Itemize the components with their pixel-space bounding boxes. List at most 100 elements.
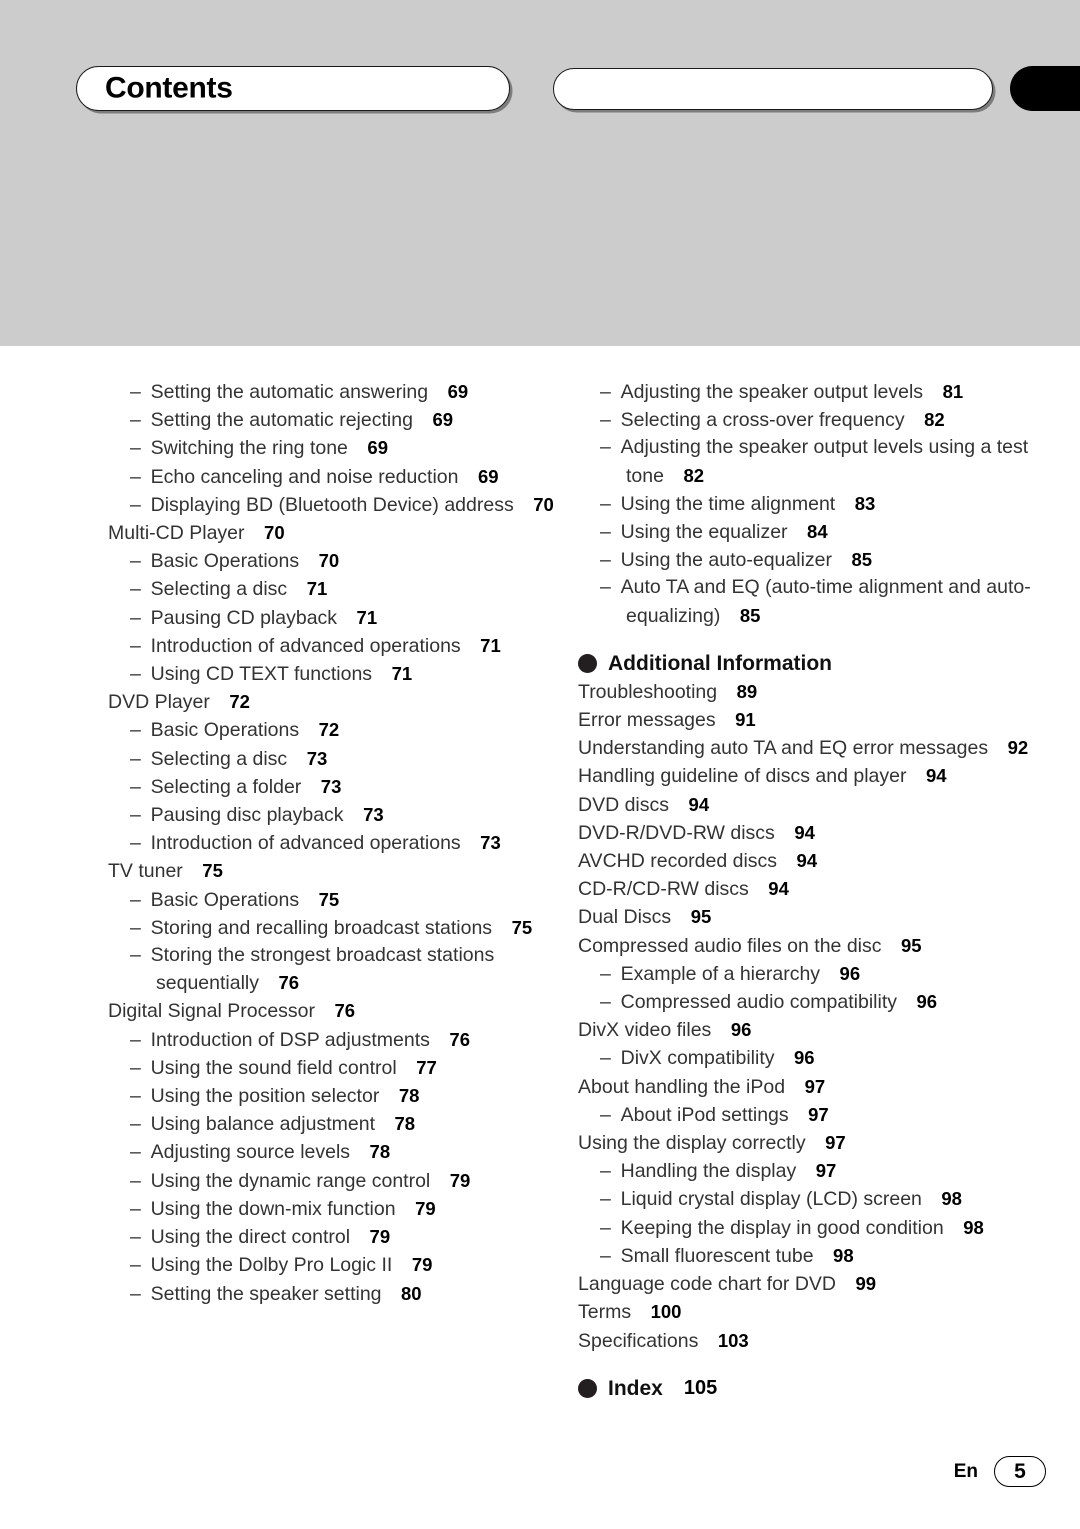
toc-entry-page: 91 [735, 709, 756, 731]
toc-entry[interactable]: DVD discs 94 [578, 791, 1048, 819]
toc-entry-page: 71 [391, 663, 413, 685]
toc-entry-page: 79 [369, 1226, 391, 1248]
toc-entry[interactable]: CD-R/CD-RW discs 94 [578, 875, 1048, 903]
toc-entry[interactable]: – Using balance adjustment 78 [108, 1110, 578, 1138]
toc-entry[interactable]: – Setting the speaker setting 80 [108, 1280, 578, 1308]
toc-entry[interactable]: – Using the time alignment 83 [578, 490, 1048, 518]
toc-entry[interactable]: DVD Player 72 [108, 688, 578, 716]
toc-entry[interactable]: Terms 100 [578, 1298, 1048, 1326]
toc-entry-dash: – [600, 1188, 621, 1211]
toc-entry-spacer [664, 465, 684, 487]
toc-entry[interactable]: – Compressed audio compatibility 96 [578, 988, 1048, 1016]
toc-entry[interactable]: – Storing the strongest broadcast statio… [108, 942, 578, 997]
toc-entry-spacer [905, 409, 925, 431]
toc-entry[interactable]: Using the display correctly 97 [578, 1129, 1048, 1157]
toc-entry-page: 85 [851, 549, 873, 571]
toc-entry-label: Selecting a disc [150, 747, 288, 770]
toc-entry[interactable]: – Adjusting source levels 78 [108, 1138, 578, 1166]
toc-entry-page: 70 [318, 550, 340, 572]
toc-entry-dash: – [130, 1169, 151, 1192]
toc-entry-spacer [301, 776, 321, 798]
toc-entry[interactable]: Specifications 103 [578, 1327, 1048, 1355]
bullet-icon [578, 1379, 597, 1399]
toc-entry[interactable]: – Using the sound field control 77 [108, 1054, 578, 1082]
toc-entry-spacer [287, 748, 307, 770]
toc-entry-dash: – [130, 832, 151, 855]
toc-entry[interactable]: – Pausing CD playback 71 [108, 604, 578, 632]
toc-entry[interactable]: – Selecting a disc 73 [108, 745, 578, 773]
toc-entry[interactable]: – Introduction of advanced operations 71 [108, 632, 578, 660]
toc-entry[interactable]: – Selecting a cross-over frequency 82 [578, 406, 1048, 434]
toc-entry[interactable]: – Storing and recalling broadcast statio… [108, 914, 578, 942]
toc-entry[interactable]: Multi-CD Player 70 [108, 519, 578, 547]
toc-entry[interactable]: – Basic Operations 75 [108, 886, 578, 914]
toc-entry-spacer [397, 1057, 417, 1079]
toc-entry-page: 95 [901, 934, 922, 956]
toc-entry-spacer [717, 681, 737, 703]
toc-entry[interactable]: – Handling the display 97 [578, 1157, 1048, 1185]
toc-entry[interactable]: – Basic Operations 70 [108, 547, 578, 575]
toc-entry-dash: – [130, 493, 151, 516]
toc-entry[interactable]: – Introduction of advanced operations 73 [108, 829, 578, 857]
toc-entry[interactable]: – Basic Operations 72 [108, 716, 578, 744]
toc-entry[interactable]: Handling guideline of discs and player 9… [578, 762, 1048, 790]
toc-entry[interactable]: Understanding auto TA and EQ error messa… [578, 734, 1048, 762]
header-gray-band: Contents [0, 0, 1080, 346]
toc-entry[interactable]: – DivX compatibility 96 [578, 1044, 1048, 1072]
toc-entry[interactable]: – Small fluorescent tube 98 [578, 1242, 1048, 1270]
toc-entry[interactable]: About handling the iPod 97 [578, 1073, 1048, 1101]
toc-entry[interactable]: Compressed audio files on the disc 95 [578, 932, 1048, 960]
toc-entry[interactable]: DivX video files 96 [578, 1016, 1048, 1044]
toc-entry[interactable]: – Using CD TEXT functions 71 [108, 660, 578, 688]
toc-entry[interactable]: – Using the direct control 79 [108, 1223, 578, 1251]
toc-entry-page: 89 [736, 680, 758, 702]
toc-entry[interactable]: – Adjusting the speaker output levels 81 [578, 378, 1048, 406]
toc-entry[interactable]: DVD-R/DVD-RW discs 94 [578, 819, 1048, 847]
toc-entry[interactable]: AVCHD recorded discs 94 [578, 847, 1048, 875]
toc-entry-label: CD-R/CD-RW discs [578, 878, 749, 901]
toc-entry[interactable]: TV tuner 75 [108, 857, 578, 885]
toc-entry-label: Using CD TEXT functions [150, 663, 373, 686]
toc-entry[interactable]: – Selecting a disc 71 [108, 575, 578, 603]
toc-entry[interactable]: – Liquid crystal display (LCD) screen 98 [578, 1185, 1048, 1213]
toc-entry[interactable]: – Auto TA and EQ (auto-time alignment an… [578, 574, 1048, 629]
page-number-pill: 5 [994, 1456, 1046, 1487]
toc-entry-dash: – [130, 1113, 151, 1136]
toc-entry[interactable]: – About iPod settings 97 [578, 1101, 1048, 1129]
toc-entry[interactable]: Dual Discs 95 [578, 903, 1048, 931]
toc-entry[interactable]: – Echo canceling and noise reduction 69 [108, 463, 578, 491]
toc-entry[interactable]: – Displaying BD (Bluetooth Device) addre… [108, 491, 578, 519]
toc-entry-page: 96 [839, 962, 861, 984]
toc-entry[interactable]: – Adjusting the speaker output levels us… [578, 434, 1048, 489]
toc-entry[interactable]: – Pausing disc playback 73 [108, 801, 578, 829]
toc-entry[interactable]: – Using the position selector 78 [108, 1082, 578, 1110]
toc-entry[interactable]: – Example of a hierarchy 96 [578, 960, 1048, 988]
toc-entry-spacer [259, 972, 279, 994]
toc-entry[interactable]: – Selecting a folder 73 [108, 773, 578, 801]
toc-entry[interactable]: – Setting the automatic rejecting 69 [108, 406, 578, 434]
toc-entry[interactable]: – Keeping the display in good condition … [578, 1214, 1048, 1242]
toc-entry[interactable]: – Using the auto-equalizer 85 [578, 546, 1048, 574]
toc-entry-page: 76 [334, 1000, 356, 1022]
toc-entry[interactable]: Language code chart for DVD 99 [578, 1270, 1048, 1298]
toc-entry-page: 92 [1007, 737, 1029, 759]
toc-entry[interactable]: Error messages 91 [578, 706, 1048, 734]
toc-entry-dash: – [130, 1085, 151, 1108]
toc-entry[interactable]: – Setting the automatic answering 69 [108, 378, 578, 406]
toc-entry-label: Digital Signal Processor [108, 1000, 316, 1023]
toc-entry[interactable]: – Introduction of DSP adjustments 76 [108, 1026, 578, 1054]
toc-entry-page: 76 [449, 1028, 470, 1050]
toc-entry-spacer [461, 635, 481, 657]
toc-entry[interactable]: – Using the down-mix function 79 [108, 1195, 578, 1223]
toc-section-heading-additional-information[interactable]: Additional Information [578, 652, 1048, 676]
toc-entry[interactable]: – Using the dynamic range control 79 [108, 1167, 578, 1195]
toc-entry[interactable]: – Using the Dolby Pro Logic II 79 [108, 1251, 578, 1279]
toc-entry[interactable]: – Using the equalizer 84 [578, 518, 1048, 546]
toc-entry-dash: – [130, 888, 151, 911]
toc-entry-page: 73 [320, 775, 342, 797]
toc-entry-spacer [459, 466, 479, 488]
toc-entry[interactable]: Troubleshooting 89 [578, 678, 1048, 706]
toc-section-heading-index[interactable]: Index 105 [578, 1377, 1048, 1401]
toc-entry[interactable]: – Switching the ring tone 69 [108, 434, 578, 462]
toc-entry[interactable]: Digital Signal Processor 76 [108, 997, 578, 1025]
